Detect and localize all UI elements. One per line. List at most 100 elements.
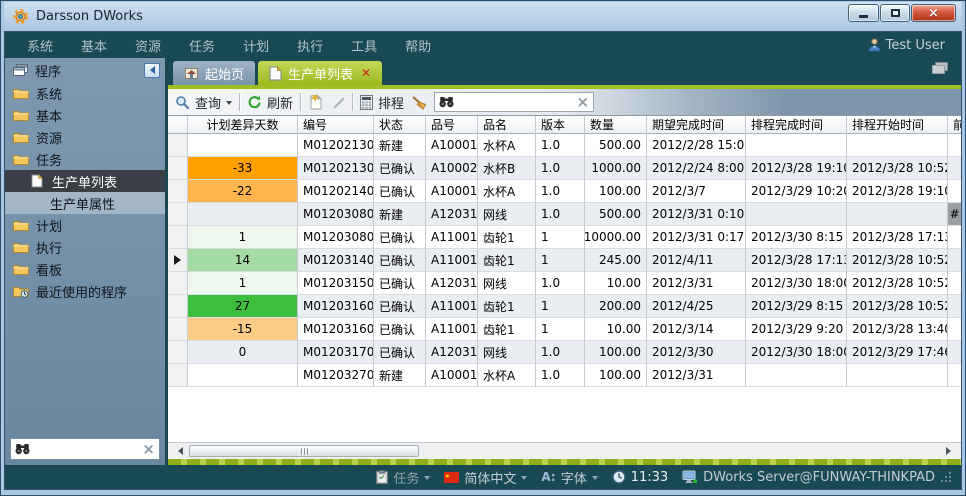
table-cell[interactable]: 已确认 bbox=[374, 318, 426, 341]
column-header[interactable]: 期望完成时间 bbox=[647, 116, 746, 134]
table-cell[interactable] bbox=[847, 203, 948, 226]
column-header[interactable]: 计划差异天数 bbox=[188, 116, 298, 134]
table-cell[interactable]: 网线 bbox=[478, 272, 536, 295]
table-cell[interactable]: 2012/3/30 bbox=[647, 341, 746, 364]
table-cell[interactable]: 2012/3/31 0:10 bbox=[647, 203, 746, 226]
table-cell[interactable]: 2012/3/28 10:52 bbox=[847, 249, 948, 272]
edit-slash-icon[interactable] bbox=[330, 95, 345, 110]
table-cell[interactable]: 1.0 bbox=[536, 341, 585, 364]
table-cell[interactable]: 14 bbox=[188, 249, 298, 272]
table-cell[interactable]: 2012/2/28 15:00 bbox=[647, 134, 746, 157]
table-cell[interactable]: A10002 bbox=[426, 157, 478, 180]
menu-item[interactable]: 系统 bbox=[13, 32, 67, 59]
table-cell[interactable]: 2012/3/14 bbox=[647, 318, 746, 341]
table-row[interactable]: 0M012031701已确认A12031网线1.0100.002012/3/30… bbox=[168, 341, 961, 364]
table-cell[interactable]: 新建 bbox=[374, 134, 426, 157]
menu-item[interactable]: 基本 bbox=[67, 32, 121, 59]
row-selector-cell[interactable] bbox=[168, 341, 188, 364]
table-cell[interactable] bbox=[746, 203, 847, 226]
clear-icon[interactable]: × bbox=[576, 95, 589, 110]
sidebar-item[interactable]: 任务 bbox=[5, 148, 165, 170]
table-cell[interactable]: M012031602 bbox=[298, 318, 374, 341]
table-cell[interactable]: M012021302 bbox=[298, 157, 374, 180]
table-cell[interactable]: 1.0 bbox=[536, 203, 585, 226]
sidebar-item[interactable]: 生产单列表 bbox=[5, 170, 165, 192]
sidebar-item[interactable]: 生产单属性 bbox=[5, 192, 165, 214]
sidebar-item[interactable]: 系统 bbox=[5, 82, 165, 104]
table-row[interactable]: M012030801新建A12031网线1.0500.002012/3/31 0… bbox=[168, 203, 961, 226]
menu-item[interactable]: 帮助 bbox=[391, 32, 445, 59]
table-cell[interactable]: M012031501 bbox=[298, 272, 374, 295]
table-cell[interactable]: 245.00 bbox=[585, 249, 647, 272]
row-selector-cell[interactable] bbox=[168, 203, 188, 226]
table-cell[interactable]: 0 bbox=[188, 341, 298, 364]
table-cell[interactable]: 2012/3/28 17:13 bbox=[746, 249, 847, 272]
table-cell[interactable]: 27 bbox=[188, 295, 298, 318]
toolbar-search-input[interactable] bbox=[458, 95, 572, 109]
table-cell[interactable]: 网线 bbox=[478, 203, 536, 226]
table-cell[interactable] bbox=[948, 318, 961, 341]
clear-icon[interactable]: × bbox=[142, 442, 155, 457]
font-menu[interactable]: A: 字体 bbox=[541, 468, 597, 487]
table-cell[interactable]: -22 bbox=[188, 180, 298, 203]
table-cell[interactable]: 2012/3/31 bbox=[647, 364, 746, 387]
table-cell[interactable]: 2012/4/11 bbox=[647, 249, 746, 272]
menu-item[interactable]: 执行 bbox=[283, 32, 337, 59]
refresh-button[interactable]: 刷新 bbox=[247, 93, 293, 112]
table-cell[interactable]: 2012/3/28 10:52 bbox=[847, 295, 948, 318]
table-row[interactable]: 27M012031601已确认A11001齿轮11200.002012/4/25… bbox=[168, 295, 961, 318]
table-cell[interactable]: M012021401 bbox=[298, 180, 374, 203]
table-cell[interactable]: 2012/3/31 bbox=[647, 272, 746, 295]
table-cell[interactable] bbox=[948, 180, 961, 203]
new-button[interactable] bbox=[308, 94, 323, 110]
column-header[interactable]: 编号 bbox=[298, 116, 374, 134]
table-cell[interactable] bbox=[948, 134, 961, 157]
table-cell[interactable]: 500.00 bbox=[585, 134, 647, 157]
table-cell[interactable] bbox=[948, 226, 961, 249]
menu-item[interactable]: 任务 bbox=[175, 32, 229, 59]
table-cell[interactable] bbox=[188, 203, 298, 226]
table-cell[interactable] bbox=[948, 364, 961, 387]
table-row[interactable]: 14M012031402已确认A11001齿轮11245.002012/4/11… bbox=[168, 249, 961, 272]
table-cell[interactable]: 水杯A bbox=[478, 134, 536, 157]
table-cell[interactable]: A11001 bbox=[426, 226, 478, 249]
task-menu[interactable]: 任务 bbox=[376, 468, 430, 487]
table-cell[interactable]: 水杯A bbox=[478, 180, 536, 203]
maximize-button[interactable] bbox=[880, 4, 910, 22]
table-cell[interactable]: 齿轮1 bbox=[478, 295, 536, 318]
table-cell[interactable]: 已确认 bbox=[374, 157, 426, 180]
table-cell[interactable]: 100.00 bbox=[585, 341, 647, 364]
scroll-right-button[interactable] bbox=[942, 444, 959, 458]
table-cell[interactable]: 齿轮1 bbox=[478, 318, 536, 341]
table-cell[interactable]: 2012/3/28 10:52 bbox=[847, 157, 948, 180]
table-row[interactable]: -22M012021401已确认A10001水杯A1.0100.002012/3… bbox=[168, 180, 961, 203]
table-cell[interactable]: A10001 bbox=[426, 180, 478, 203]
table-cell[interactable] bbox=[188, 134, 298, 157]
table-row[interactable]: M012032701新建A10001水杯A1.0100.002012/3/31 bbox=[168, 364, 961, 387]
resize-grip[interactable] bbox=[949, 472, 951, 482]
table-cell[interactable] bbox=[948, 341, 961, 364]
table-cell[interactable]: 2012/3/29 9:20 bbox=[746, 318, 847, 341]
table-cell[interactable] bbox=[746, 364, 847, 387]
table-cell[interactable]: 2012/3/28 10:52 bbox=[847, 272, 948, 295]
clean-button[interactable] bbox=[411, 95, 427, 110]
table-cell[interactable] bbox=[188, 364, 298, 387]
table-cell[interactable]: A11001 bbox=[426, 295, 478, 318]
sidebar-item[interactable]: 基本 bbox=[5, 104, 165, 126]
table-cell[interactable]: A12031 bbox=[426, 341, 478, 364]
table-row[interactable]: -15M012031602已确认A11001齿轮1110.002012/3/14… bbox=[168, 318, 961, 341]
table-cell[interactable] bbox=[746, 134, 847, 157]
sidebar-item[interactable]: 执行 bbox=[5, 236, 165, 258]
sidebar-item[interactable]: 计划 bbox=[5, 214, 165, 236]
tab-production-order-list[interactable]: 生产单列表 ✕ bbox=[258, 61, 382, 85]
table-cell[interactable]: 1 bbox=[536, 295, 585, 318]
table-cell[interactable]: 1 bbox=[536, 226, 585, 249]
table-cell[interactable]: A12031 bbox=[426, 272, 478, 295]
table-cell[interactable] bbox=[948, 249, 961, 272]
table-cell[interactable] bbox=[847, 134, 948, 157]
table-cell[interactable]: 2012/3/28 17:13 bbox=[847, 226, 948, 249]
table-cell[interactable]: M012031701 bbox=[298, 341, 374, 364]
table-cell[interactable]: M012021301 bbox=[298, 134, 374, 157]
table-cell[interactable]: 水杯A bbox=[478, 364, 536, 387]
table-cell[interactable]: 新建 bbox=[374, 364, 426, 387]
